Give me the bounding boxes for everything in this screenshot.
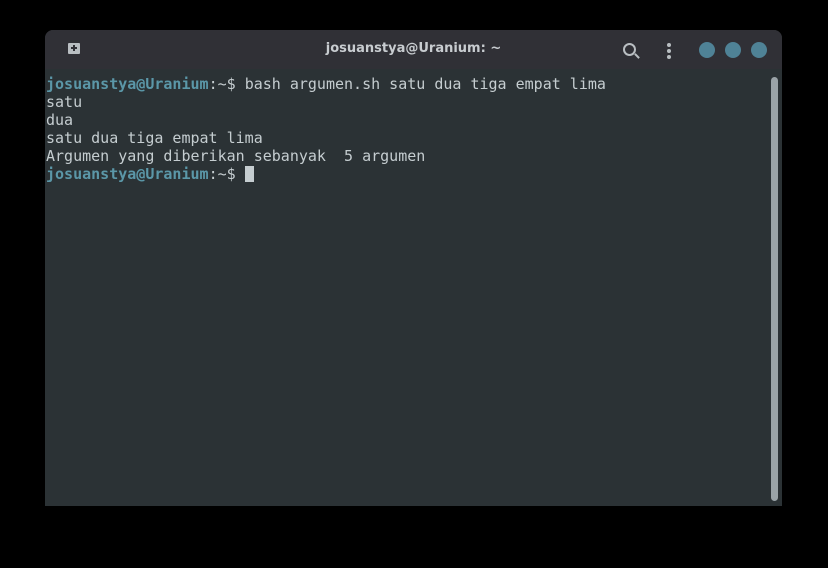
- scrollbar[interactable]: [771, 77, 778, 501]
- command-line: josuanstya@Uranium:~$ bash argumen.sh sa…: [46, 75, 606, 93]
- command: bash argumen.sh satu dua tiga empat lima: [244, 75, 606, 93]
- output-line: satu dua tiga empat lima: [46, 129, 263, 147]
- prompt: josuanstya@Uranium: [46, 75, 209, 93]
- current-prompt-line: josuanstya@Uranium:~$: [46, 165, 606, 183]
- prompt: josuanstya@Uranium: [46, 165, 209, 183]
- output-line: satu: [46, 93, 83, 111]
- minimize-button[interactable]: [699, 42, 715, 58]
- terminal-window: josuanstya@Uranium: ~ josuanstya@Uranium…: [45, 30, 782, 506]
- prompt-suffix: :~$: [208, 165, 245, 183]
- window-title: josuanstya@Uranium: ~: [325, 41, 502, 56]
- prompt-suffix: :~$: [208, 75, 245, 93]
- output-line: Argumen yang diberikan sebanyak 5 argume…: [46, 147, 426, 165]
- cursor: [244, 166, 254, 182]
- close-button[interactable]: [751, 42, 767, 58]
- menu-icon[interactable]: [667, 43, 671, 61]
- terminal-output[interactable]: josuanstya@Uranium:~$ bash argumen.sh sa…: [46, 75, 606, 183]
- title-bar[interactable]: josuanstya@Uranium: ~: [45, 30, 782, 69]
- search-icon[interactable]: [623, 43, 636, 56]
- maximize-button[interactable]: [725, 42, 741, 58]
- output-line: dua: [46, 111, 74, 129]
